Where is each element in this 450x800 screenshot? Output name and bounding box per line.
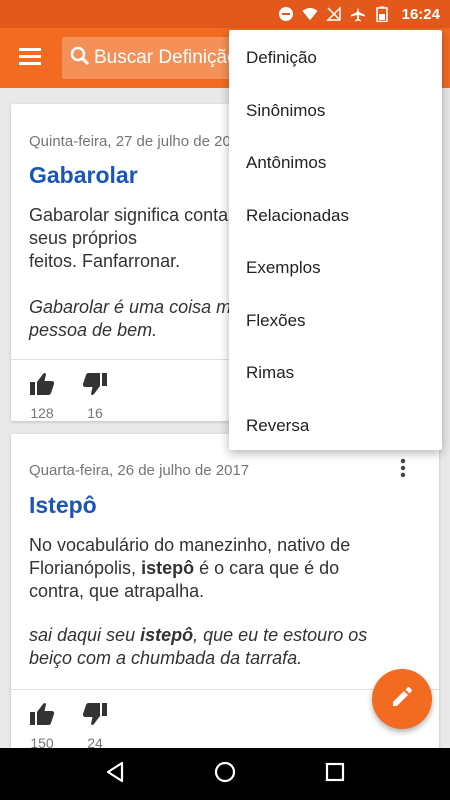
hamburger-menu-icon bbox=[19, 47, 41, 70]
dislike-count: 16 bbox=[87, 405, 103, 421]
dislike-count: 24 bbox=[87, 735, 103, 748]
status-bar: 16:24 bbox=[0, 0, 450, 28]
thumbs-up-icon bbox=[29, 702, 55, 731]
card-date: Quarta-feira, 26 de julho de 2017 bbox=[29, 462, 250, 479]
system-nav-bar bbox=[0, 748, 450, 800]
do-not-disturb-icon bbox=[278, 6, 294, 22]
card-example: sai daqui seu istepô, que eu te estouro … bbox=[29, 625, 368, 668]
status-time: 16:24 bbox=[401, 5, 440, 23]
more-vert-icon bbox=[400, 458, 406, 483]
like-count: 150 bbox=[30, 735, 54, 748]
like-count: 128 bbox=[30, 405, 54, 421]
menu-item-relacionadas[interactable]: Relacionadas bbox=[229, 190, 442, 243]
back-triangle-icon bbox=[105, 761, 125, 788]
menu-item-sinonimos[interactable]: Sinônimos bbox=[229, 85, 442, 138]
search-type-menu: Definição Sinônimos Antônimos Relacionad… bbox=[229, 30, 442, 450]
back-button[interactable] bbox=[95, 754, 135, 794]
home-circle-icon bbox=[214, 761, 236, 788]
menu-item-antonimos[interactable]: Antônimos bbox=[229, 137, 442, 190]
menu-item-exemplos[interactable]: Exemplos bbox=[229, 242, 442, 295]
recents-button[interactable] bbox=[315, 754, 355, 794]
wifi-icon bbox=[302, 6, 318, 22]
dislike-button[interactable]: 16 bbox=[75, 372, 115, 421]
like-button[interactable]: 150 bbox=[22, 702, 62, 748]
add-word-button[interactable] bbox=[372, 669, 432, 729]
no-signal-icon bbox=[325, 6, 342, 22]
menu-item-flexoes[interactable]: Flexões bbox=[229, 295, 442, 348]
search-icon bbox=[70, 46, 90, 71]
recents-square-icon bbox=[325, 762, 345, 787]
battery-icon bbox=[374, 6, 390, 22]
search-placeholder: Buscar Definição bbox=[94, 47, 238, 68]
menu-item-rimas[interactable]: Rimas bbox=[229, 347, 442, 400]
thumbs-up-icon bbox=[29, 372, 55, 401]
card-date: Quinta-feira, 27 de julho de 2017 bbox=[29, 133, 248, 150]
card-word-link[interactable]: Istepô bbox=[29, 492, 97, 519]
menu-item-definicao[interactable]: Definição bbox=[229, 32, 442, 85]
dislike-button[interactable]: 24 bbox=[75, 702, 115, 748]
more-options-button[interactable] bbox=[391, 458, 415, 482]
pencil-icon bbox=[391, 686, 413, 713]
thumbs-down-icon bbox=[82, 702, 108, 731]
card-definition: No vocabulário do manezinho, nativo de F… bbox=[29, 535, 351, 601]
home-button[interactable] bbox=[205, 754, 245, 794]
thumbs-down-icon bbox=[82, 372, 108, 401]
menu-item-reversa[interactable]: Reversa bbox=[229, 400, 442, 453]
menu-button[interactable] bbox=[0, 28, 60, 88]
airplane-mode-icon bbox=[350, 6, 366, 22]
like-button[interactable]: 128 bbox=[22, 372, 62, 421]
card-word-link[interactable]: Gabarolar bbox=[29, 162, 138, 189]
